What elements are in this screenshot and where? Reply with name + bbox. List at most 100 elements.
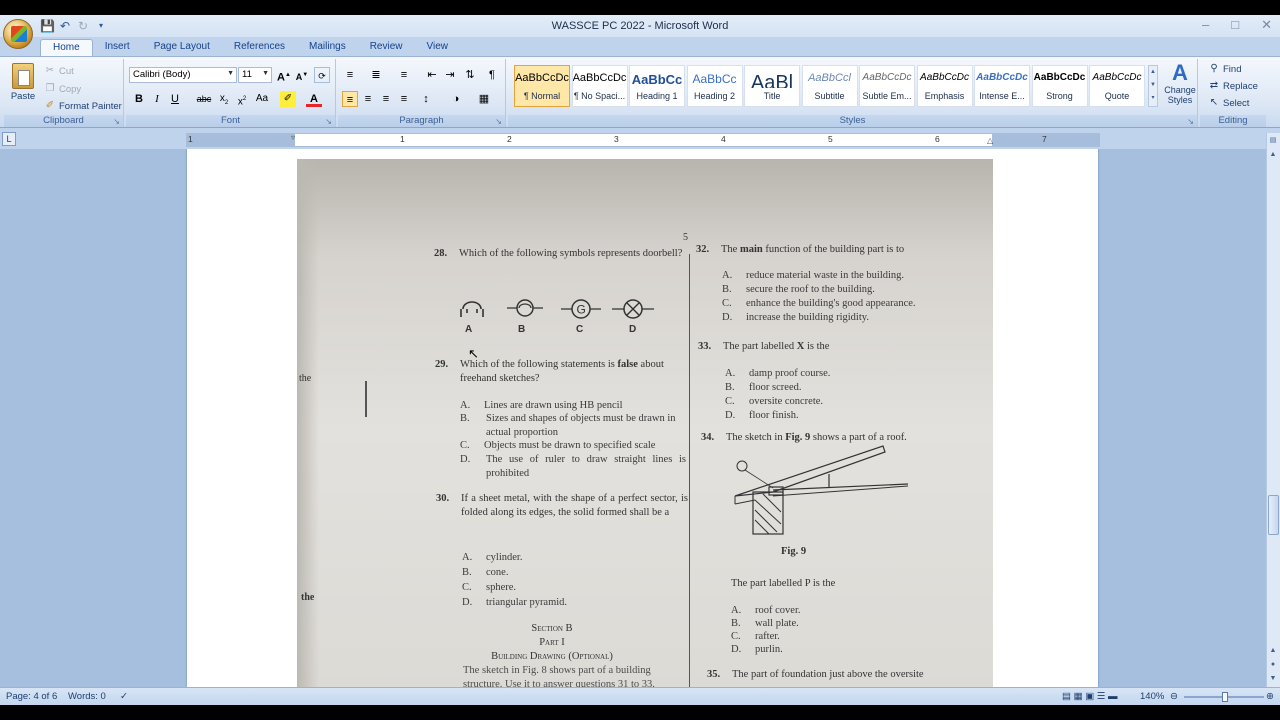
option-30c: C. sphere. xyxy=(462,581,516,595)
option-29c: C. Objects must be drawn to specified sca… xyxy=(460,439,688,453)
tab-review[interactable]: Review xyxy=(358,39,415,57)
office-button[interactable] xyxy=(3,19,33,49)
change-styles-label: Change Styles xyxy=(1164,85,1196,105)
zoom-slider[interactable] xyxy=(1184,692,1264,702)
print-layout-icon[interactable]: ▤ xyxy=(1062,691,1071,702)
multilevel-list-icon[interactable]: ≡ xyxy=(396,67,412,83)
style-emphasis[interactable]: AaBbCcDc Emphasis xyxy=(916,65,973,107)
draft-icon[interactable]: ▬ xyxy=(1108,691,1118,702)
style-heading-2[interactable]: AaBbCc Heading 2 xyxy=(686,65,743,107)
zoom-out-icon[interactable]: ⊖ xyxy=(1170,691,1178,702)
style-name: Strong xyxy=(1046,91,1073,101)
change-styles-button[interactable]: A Change Styles xyxy=(1162,61,1198,106)
tab-mailings[interactable]: Mailings xyxy=(297,39,358,57)
shrink-font-icon[interactable]: A▼ xyxy=(294,67,310,83)
bullets-icon[interactable]: ≡ xyxy=(342,67,358,83)
clear-formatting-icon[interactable]: ⟳ xyxy=(314,67,330,83)
minimize-icon[interactable]: – xyxy=(1202,17,1209,33)
maximize-icon[interactable]: □ xyxy=(1231,17,1239,33)
select-button[interactable]: ↖ Select xyxy=(1208,97,1250,109)
close-icon[interactable]: ✕ xyxy=(1261,17,1272,33)
strikethrough-icon[interactable]: abc xyxy=(196,91,212,107)
show-formatting-icon[interactable]: ¶ xyxy=(484,67,500,83)
replace-button[interactable]: ⇄ Replace xyxy=(1208,80,1258,92)
tab-selector[interactable]: L xyxy=(2,132,16,146)
borders-icon[interactable]: ▦ xyxy=(476,91,492,107)
vertical-scrollbar[interactable]: ▤ ▲ ▲ ● ▼ xyxy=(1266,133,1280,687)
change-case-icon[interactable]: Aa xyxy=(254,91,270,107)
line-spacing-icon[interactable]: ↕ xyxy=(418,91,434,107)
ruler-toggle-icon[interactable]: ▤ xyxy=(1267,135,1279,147)
outline-icon[interactable]: ☰ xyxy=(1097,691,1106,702)
font-color-icon[interactable]: A xyxy=(306,91,322,107)
sort-icon[interactable]: ⇅ xyxy=(462,67,478,83)
option-letter: C. xyxy=(462,582,472,593)
justify-icon[interactable]: ≡ xyxy=(396,91,412,107)
style-heading-1[interactable]: AaBbCc Heading 1 xyxy=(629,65,685,107)
style-subtitle[interactable]: AaBbCcl Subtitle xyxy=(801,65,858,107)
right-indent-marker-icon[interactable]: △ xyxy=(987,136,993,145)
underline-icon[interactable]: U xyxy=(167,91,183,107)
previous-page-icon[interactable]: ▲ xyxy=(1267,645,1279,657)
font-launcher-icon[interactable]: ↘ xyxy=(325,117,332,126)
zoom-in-icon[interactable]: ⊕ xyxy=(1266,691,1274,702)
tab-home[interactable]: Home xyxy=(40,39,93,57)
scroll-thumb[interactable] xyxy=(1268,495,1279,535)
proofing-icon[interactable]: ✓ xyxy=(120,691,128,702)
full-screen-reading-icon[interactable]: ▦ xyxy=(1074,691,1083,702)
indent-marker-icon[interactable]: ▿ xyxy=(291,133,295,142)
style-subtle-em[interactable]: AaBbCcDc Subtle Em... xyxy=(859,65,915,107)
highlight-icon[interactable]: ✐ xyxy=(280,91,296,107)
style-quote[interactable]: AaBbCcDc Quote xyxy=(1089,65,1145,107)
shading-icon[interactable]: ◑ xyxy=(448,91,464,107)
decrease-indent-icon[interactable]: ⇤ xyxy=(424,67,440,83)
font-name-combo[interactable]: Calibri (Body) ▼ xyxy=(129,67,237,83)
style-normal[interactable]: AaBbCcDc ¶ Normal xyxy=(514,65,570,107)
format-painter-button[interactable]: ✐ Format Painter xyxy=(44,100,122,112)
style-intense-e[interactable]: AaBbCcDc Intense E... xyxy=(974,65,1030,107)
find-button[interactable]: ⚲ Find xyxy=(1208,63,1241,75)
question-text-part: is the xyxy=(804,341,830,352)
style-no-spaci[interactable]: AaBbCcDc ¶ No Spaci... xyxy=(571,65,628,107)
font-size-combo[interactable]: 11 ▼ xyxy=(238,67,272,83)
tab-references[interactable]: References xyxy=(222,39,297,57)
word-count[interactable]: Words: 0 xyxy=(68,691,106,702)
zoom-level[interactable]: 140% xyxy=(1140,691,1164,702)
align-right-icon[interactable]: ≡ xyxy=(378,91,394,107)
gallery-scroll[interactable]: ▲ ▼ ▾ xyxy=(1148,65,1158,107)
document-page[interactable]: the the 5 28. Which of the following sym… xyxy=(187,149,1098,687)
style-strong[interactable]: AaBbCcDc Strong xyxy=(1031,65,1088,107)
grow-font-icon[interactable]: A▲ xyxy=(276,67,292,84)
horizontal-ruler[interactable]: 1 1 2 3 4 5 6 7 ▿ △ xyxy=(186,133,1100,147)
page-indicator[interactable]: Page: 4 of 6 xyxy=(6,691,57,702)
align-left-icon[interactable]: ≡ xyxy=(342,91,358,107)
ruler-number: 2 xyxy=(507,134,512,144)
copy-button[interactable]: ❐ Copy xyxy=(44,83,82,95)
style-title[interactable]: AaBl Title xyxy=(744,65,800,107)
next-page-icon[interactable]: ▼ xyxy=(1267,673,1279,685)
align-center-icon[interactable]: ≡ xyxy=(360,91,376,107)
scroll-up-icon[interactable]: ▲ xyxy=(1267,149,1279,161)
tab-page-layout[interactable]: Page Layout xyxy=(142,39,222,57)
web-layout-icon[interactable]: ▣ xyxy=(1085,691,1094,702)
question-text: The part labelled X is the xyxy=(723,340,938,354)
zoom-slider-knob[interactable] xyxy=(1222,692,1228,702)
question-text: Which of the following symbols represent… xyxy=(459,248,683,259)
paste-button[interactable]: Paste xyxy=(8,63,38,111)
symbol-label: A xyxy=(465,324,473,335)
italic-icon[interactable]: I xyxy=(149,91,165,107)
bold-icon[interactable]: B xyxy=(131,91,147,107)
superscript-icon[interactable]: x2 xyxy=(234,91,250,107)
symbol-label: C xyxy=(576,324,584,335)
tab-view[interactable]: View xyxy=(415,39,461,57)
increase-indent-icon[interactable]: ⇥ xyxy=(442,67,458,83)
tab-insert[interactable]: Insert xyxy=(93,39,142,57)
styles-launcher-icon[interactable]: ↘ xyxy=(1187,117,1194,126)
clipboard-launcher-icon[interactable]: ↘ xyxy=(113,117,120,126)
numbering-icon[interactable]: ≣ xyxy=(368,67,384,83)
subscript-icon[interactable]: x2 xyxy=(216,91,232,107)
paragraph-launcher-icon[interactable]: ↘ xyxy=(495,117,502,126)
cut-button[interactable]: ✂ Cut xyxy=(44,65,74,77)
option-33a: A. damp proof course. xyxy=(725,367,830,381)
select-browse-object-icon[interactable]: ● xyxy=(1267,659,1279,671)
